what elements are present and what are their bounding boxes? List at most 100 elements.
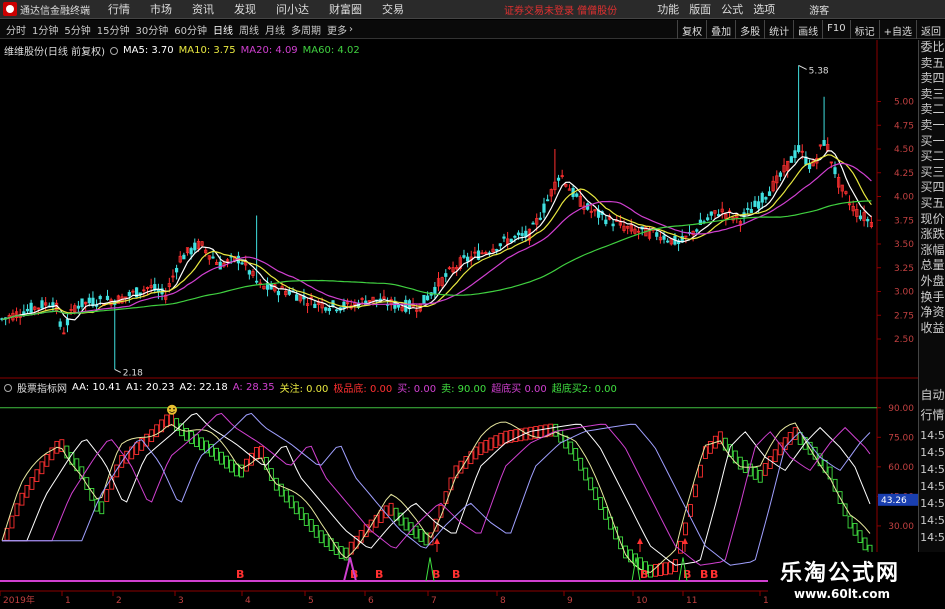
candle-body: [757, 201, 761, 209]
ind-step-box: [318, 530, 324, 544]
candle-body: [462, 255, 466, 258]
period-weekly[interactable]: 周线: [239, 22, 259, 37]
ind-step-box: [473, 446, 479, 460]
candle-body: [174, 267, 179, 273]
menu-news[interactable]: 资讯: [192, 1, 214, 17]
ind-step-box: [19, 492, 25, 506]
buy-signal-b: B: [452, 568, 460, 581]
menu-market[interactable]: 市场: [150, 1, 172, 17]
ind-step-box: [593, 487, 599, 501]
menu-ask[interactable]: 问小达: [276, 1, 309, 17]
menu-trade[interactable]: 交易: [382, 1, 404, 17]
tool-draw-line[interactable]: 画线: [793, 20, 822, 39]
period-daily[interactable]: 日线: [213, 22, 233, 37]
period-1min[interactable]: 1分钟: [32, 22, 58, 37]
chevron-right-icon[interactable]: ›: [349, 24, 353, 35]
indicator-name-label[interactable]: 股票指标网: [17, 380, 67, 395]
period-tick[interactable]: 分时: [6, 22, 26, 37]
candle-body: [335, 309, 339, 312]
buy-signal-b: B: [683, 568, 691, 581]
ind-step-box: [847, 515, 853, 529]
guest-label[interactable]: 游客: [809, 2, 829, 17]
menu-wealth[interactable]: 财富圈: [329, 1, 362, 17]
settings-circle-icon[interactable]: [109, 46, 118, 55]
tool-f10[interactable]: F10: [822, 20, 849, 39]
period-15min[interactable]: 15分钟: [97, 22, 130, 37]
candle-body: [513, 235, 517, 238]
x-tick-label: 2: [116, 596, 122, 606]
tool-statistics[interactable]: 统计: [764, 20, 793, 39]
period-30min[interactable]: 30分钟: [135, 22, 168, 37]
ind-step-box: [503, 430, 509, 444]
login-notice[interactable]: 证券交易未登录 僧僧股份: [504, 2, 617, 17]
tool-mark[interactable]: 标记: [849, 20, 879, 39]
price-tick-label: 3.25: [894, 264, 914, 274]
period-more[interactable]: 更多: [327, 22, 347, 37]
menu-discover[interactable]: 发现: [234, 1, 256, 17]
menu-formula[interactable]: 公式: [721, 1, 743, 17]
quote-field-label: 涨跌: [920, 227, 945, 242]
app-title: 通达信金融终端: [20, 5, 90, 17]
ma60-label: MA60: 4.02: [302, 45, 360, 56]
candle-body: [218, 261, 222, 270]
buy-arrow-icon: [682, 538, 688, 544]
tool-add-watchlist[interactable]: +自选: [878, 20, 916, 39]
period-multi[interactable]: 多周期: [291, 22, 321, 37]
buy-signal-b: B: [236, 568, 244, 581]
candle-body: [276, 290, 281, 296]
smiley-eye: [169, 407, 171, 410]
tool-multi-stock[interactable]: 多股: [735, 20, 764, 39]
auto-quote-toggle[interactable]: 自动: [919, 386, 945, 403]
x-tick-label: 7: [431, 596, 437, 606]
candle-body: [760, 192, 764, 203]
ind-step-box: [658, 563, 663, 576]
ind-step-box: [59, 439, 65, 452]
ind-tick-label: 60.00: [888, 463, 914, 473]
ind-step-box: [378, 510, 384, 523]
tool-back[interactable]: 返回: [916, 20, 945, 39]
period-5min[interactable]: 5分钟: [64, 22, 90, 37]
chart-canvas[interactable]: 5.382.18 BBBBBBBBBBBB 5.004.754.504.254.…: [0, 40, 918, 609]
candle-body: [764, 197, 768, 200]
app-logo-icon: [3, 2, 17, 16]
quote-label[interactable]: 行情: [919, 406, 945, 423]
ind-step-box: [578, 457, 584, 471]
current-value-label: 43.26: [881, 496, 907, 506]
menu-quotes[interactable]: 行情: [108, 1, 130, 17]
quote-side-panel: 委比 卖五 卖四 卖三 卖二 卖一 买一 买二 买三 买四 买五 现价 涨跌 涨幅 总量 外盘 换手 净资 收益 自动…: [918, 40, 945, 609]
tool-restore-rights[interactable]: 复权: [677, 20, 706, 39]
ind-step-box: [84, 477, 90, 490]
ind-step-box: [742, 460, 748, 473]
period-monthly[interactable]: 月线: [265, 22, 285, 37]
tick-time: 14:5: [920, 531, 945, 545]
x-tick-label: 1: [65, 596, 71, 606]
candle-body: [313, 303, 317, 309]
price-tick-label: 4.50: [894, 145, 914, 155]
menu-bar: 通达信金融终端 行情 市场 资讯 发现 问小达 财富圈 交易 证券交易未登录 僧…: [0, 0, 945, 19]
tool-overlay[interactable]: 叠加: [706, 20, 735, 39]
candle-body: [797, 145, 801, 152]
quote-field-label: 卖一: [920, 117, 945, 132]
menu-options[interactable]: 选项: [753, 1, 775, 17]
candle-body: [80, 298, 84, 308]
ind-step-box: [258, 445, 264, 459]
period-60min[interactable]: 60分钟: [174, 22, 207, 37]
menu-layout[interactable]: 版面: [689, 1, 711, 17]
candle-body: [138, 292, 142, 295]
ind-step-box: [483, 439, 489, 453]
indicator-settings-icon[interactable]: [4, 383, 12, 392]
ind-tick-label: 75.00: [888, 433, 914, 443]
ind-step-box: [418, 529, 424, 542]
candle-body: [695, 229, 699, 232]
candle-body: [87, 297, 91, 304]
ind-step-box: [164, 414, 170, 428]
chart-area[interactable]: 5.382.18 BBBBBBBBBBBB 5.004.754.504.254.…: [0, 40, 918, 609]
price-tick-label: 3.75: [894, 216, 914, 226]
price-tick-label: 2.75: [894, 311, 914, 321]
ind-step-box: [293, 501, 299, 515]
ind-step-box: [234, 463, 239, 477]
menu-function[interactable]: 功能: [657, 1, 679, 17]
ind-oversold-label: 超底买 0.00: [491, 384, 547, 395]
quote-field-label: 买四: [920, 180, 945, 195]
quote-field-label: 买三: [920, 164, 945, 179]
